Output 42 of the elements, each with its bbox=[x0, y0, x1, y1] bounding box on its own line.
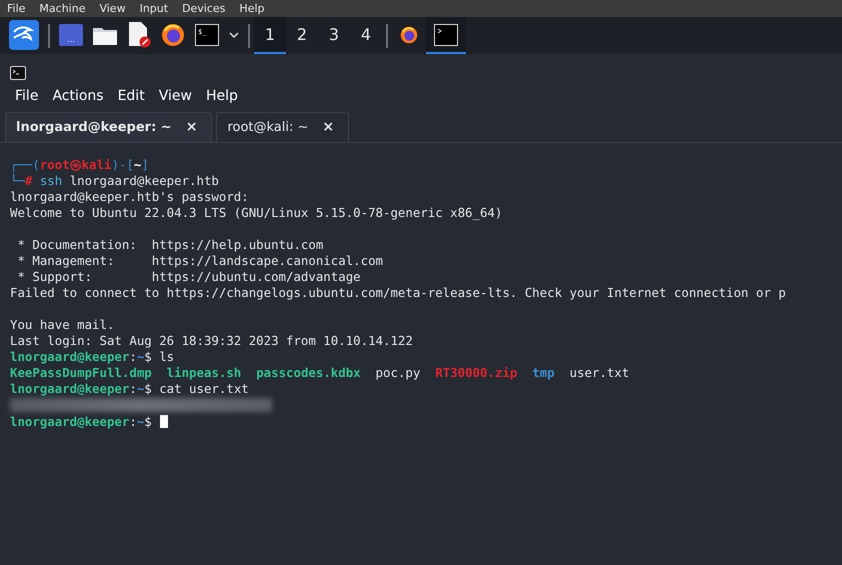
terminal-tab[interactable]: root@kali: ~ × bbox=[216, 112, 350, 142]
menu-item[interactable]: Actions bbox=[45, 86, 111, 106]
workspace-button[interactable]: 2 bbox=[286, 17, 318, 54]
caret-icon[interactable] bbox=[229, 32, 239, 38]
terminal-line: lnorgaard@keeper:~$ cat user.txt bbox=[10, 381, 249, 396]
terminal-taskbar-button[interactable] bbox=[426, 17, 466, 54]
terminal-line: lnorgaard@keeper:~$ bbox=[10, 414, 152, 429]
terminal-line: Last login: Sat Aug 26 18:39:32 2023 from 10.10.14.122 bbox=[10, 333, 413, 348]
menu-item[interactable]: View bbox=[152, 86, 199, 106]
terminal-icon bbox=[434, 24, 458, 46]
terminal-line: Failed to connect to https://changelogs.ubuntu.com/meta-release-lts. Check your Internet connection or p bbox=[10, 285, 786, 300]
terminal-line: You have mail. bbox=[10, 317, 114, 332]
terminal-line: ┌──(root㉿kali)-[~] bbox=[10, 157, 149, 172]
terminal-line: lnorgaard@keeper.htb's password: bbox=[10, 189, 249, 204]
terminal-line: * Management: https://landscape.canonical.com bbox=[16, 253, 383, 268]
terminal-tab[interactable]: lnorgaard@keeper: ~ × bbox=[5, 112, 212, 142]
workspace-button[interactable]: 1 bbox=[254, 17, 286, 54]
menu-item[interactable]: File bbox=[0, 0, 32, 17]
terminal-icon bbox=[10, 66, 26, 80]
menu-item[interactable]: Input bbox=[132, 0, 176, 17]
document-edit-icon[interactable] bbox=[127, 22, 151, 48]
close-icon[interactable]: × bbox=[186, 117, 198, 138]
close-icon[interactable]: × bbox=[322, 117, 334, 138]
terminal-line: * Documentation: https://help.ubuntu.com bbox=[16, 237, 324, 252]
desktop-icon[interactable]: ... bbox=[59, 24, 83, 46]
menu-item[interactable]: Help bbox=[232, 0, 272, 17]
terminal-line: lnorgaard@keeper:~$ ls bbox=[10, 349, 174, 364]
terminal-line: * Support: https://ubuntu.com/advantage bbox=[16, 269, 361, 284]
menu-item[interactable]: Devices bbox=[175, 0, 232, 17]
workspace-button[interactable]: 4 bbox=[350, 17, 382, 54]
terminal-line: └─# ssh lnorgaard@keeper.htb bbox=[10, 173, 219, 188]
terminal-line: Welcome to Ubuntu 22.04.3 LTS (GNU/Linux 5.15.0-78-generic x86_64) bbox=[10, 205, 502, 220]
workspace-button[interactable]: 3 bbox=[318, 17, 350, 54]
firefox-icon[interactable] bbox=[161, 22, 185, 46]
dragon-logo-icon[interactable] bbox=[9, 20, 39, 50]
terminal-line: KeePassDumpFull.dmp linpeas.sh passcodes.kdbx poc.py RT30000.zip tmp user.txt bbox=[10, 365, 630, 380]
menu-item[interactable]: View bbox=[92, 0, 133, 17]
menu-item[interactable]: Edit bbox=[110, 86, 152, 106]
menu-item[interactable]: Machine bbox=[32, 0, 92, 17]
firefox-icon bbox=[400, 26, 418, 44]
menu-item[interactable]: Help bbox=[198, 86, 245, 106]
menu-item[interactable]: File bbox=[8, 86, 46, 106]
